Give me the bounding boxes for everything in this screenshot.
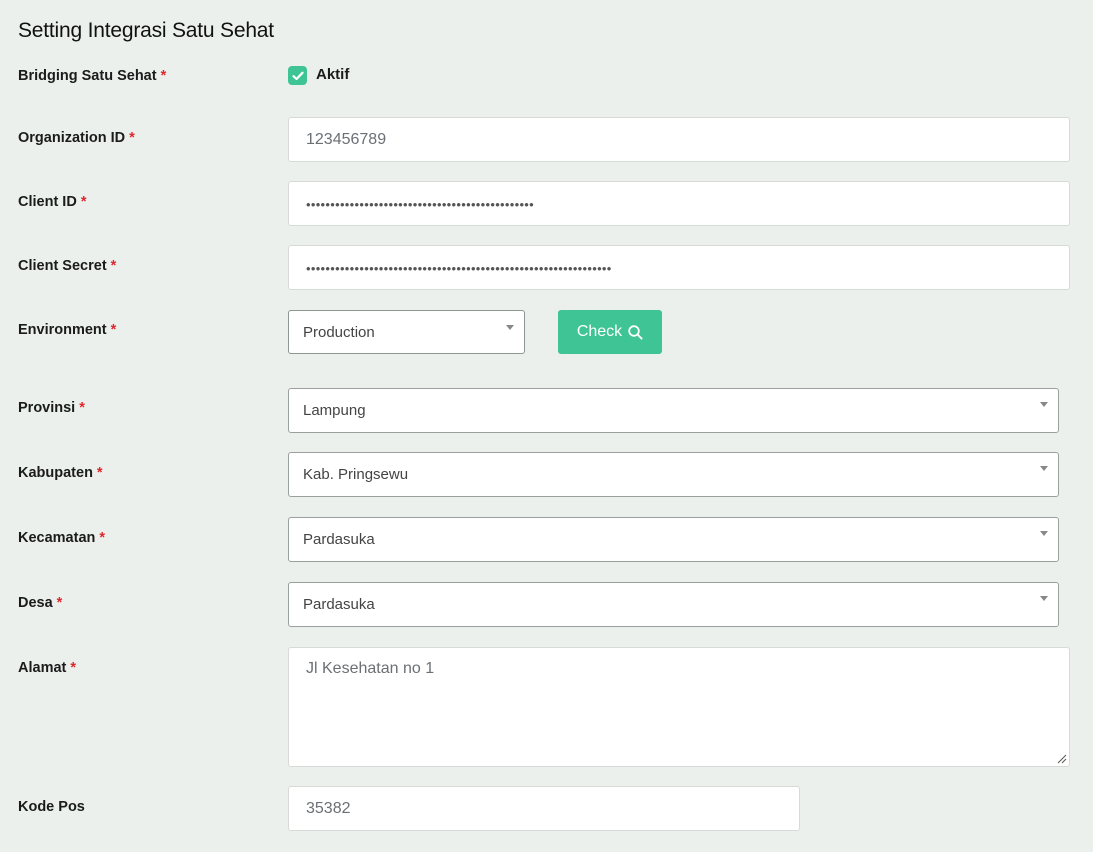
kode-pos-label: Kode Pos	[18, 799, 85, 815]
kabupaten-select[interactable]: Kab. Pringsewu	[288, 452, 1059, 497]
alamat-label: Alamat *	[18, 660, 77, 676]
search-icon	[628, 324, 643, 340]
resize-handle-icon[interactable]	[1055, 752, 1067, 764]
page-title: Setting Integrasi Satu Sehat	[18, 19, 274, 42]
environment-select[interactable]: Production	[288, 310, 525, 354]
required-mark: *	[79, 400, 85, 416]
kabupaten-label: Kabupaten *	[18, 465, 103, 481]
desa-select[interactable]: Pardasuka	[288, 582, 1059, 627]
chevron-down-icon	[1040, 531, 1048, 536]
required-mark: *	[70, 660, 77, 676]
required-mark: *	[110, 258, 117, 274]
required-mark: *	[96, 465, 103, 481]
kecamatan-select[interactable]: Pardasuka	[288, 517, 1059, 562]
kecamatan-label: Kecamatan *	[18, 530, 106, 546]
bridging-checkbox-label[interactable]: Aktif	[316, 66, 349, 83]
chevron-down-icon	[1040, 596, 1048, 601]
bridging-checkbox[interactable]	[288, 66, 307, 85]
required-mark: *	[56, 595, 63, 611]
check-button[interactable]: Check	[558, 310, 662, 354]
client-secret-input[interactable]: ••••••••••••••••••••••••••••••••••••••••…	[288, 245, 1070, 290]
chevron-down-icon	[506, 325, 514, 330]
organization-id-input[interactable]: 123456789	[288, 117, 1070, 162]
required-mark: *	[110, 322, 117, 338]
check-icon	[291, 71, 304, 80]
bridging-label: Bridging Satu Sehat *	[18, 68, 167, 84]
provinsi-select[interactable]: Lampung	[288, 388, 1059, 433]
required-mark: *	[80, 194, 87, 210]
required-mark: *	[129, 130, 135, 146]
environment-label: Environment *	[18, 322, 117, 338]
required-mark: *	[99, 530, 106, 546]
organization-id-label: Organization ID *	[18, 130, 135, 146]
alamat-textarea[interactable]: Jl Kesehatan no 1	[288, 647, 1070, 767]
client-id-input[interactable]: ••••••••••••••••••••••••••••••••••••••••…	[288, 181, 1070, 226]
chevron-down-icon	[1040, 402, 1048, 407]
chevron-down-icon	[1040, 466, 1048, 471]
client-secret-label: Client Secret *	[18, 258, 117, 274]
kode-pos-input[interactable]: 35382	[288, 786, 800, 831]
required-mark: *	[160, 68, 167, 84]
desa-label: Desa *	[18, 595, 63, 611]
client-id-label: Client ID *	[18, 194, 87, 210]
provinsi-label: Provinsi *	[18, 400, 85, 416]
